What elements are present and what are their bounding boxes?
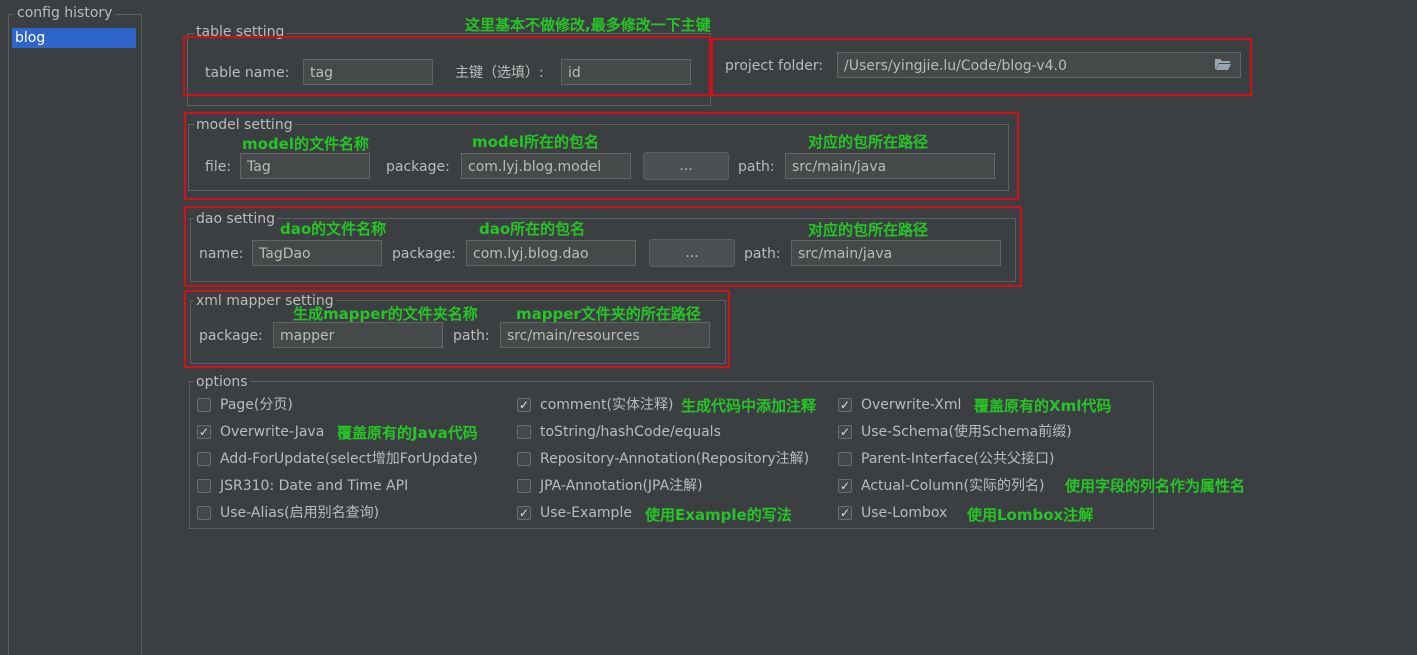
dao-name-note: dao的文件名称 <box>280 220 387 238</box>
config-history-panel <box>8 14 142 655</box>
option-label[interactable]: JPA-Annotation(JPA注解) <box>540 478 703 494</box>
dao-name-label: name: <box>199 246 244 262</box>
folder-open-icon[interactable] <box>1214 57 1232 75</box>
dao-package-field[interactable]: com.lyj.blog.dao <box>466 240 636 266</box>
dao-path-label: path: <box>744 246 781 262</box>
option-label[interactable]: Actual-Column(实际的列名) <box>861 478 1044 494</box>
model-file-field[interactable]: Tag <box>240 153 370 179</box>
xml-package-label: package: <box>199 328 263 344</box>
option-label[interactable]: Overwrite-Java <box>220 424 324 440</box>
table-note: 这里基本不做修改,最多修改一下主键 <box>465 16 711 34</box>
overwrite-java-note: 覆盖原有的Java代码 <box>337 424 478 442</box>
table-name-field[interactable]: tag <box>303 59 433 85</box>
xml-path-note: mapper文件夹的所在路径 <box>516 305 701 323</box>
option-checkbox[interactable]: ✓ <box>838 506 852 520</box>
use-example-note: 使用Example的写法 <box>645 506 792 524</box>
actual-column-note: 使用字段的列名作为属性名 <box>1065 477 1246 495</box>
model-package-field[interactable]: com.lyj.blog.model <box>461 153 631 179</box>
model-package-label: package: <box>386 159 450 175</box>
model-package-note: model所在的包名 <box>472 133 599 151</box>
option-checkbox[interactable] <box>517 452 531 466</box>
comment-note: 生成代码中添加注释 <box>681 397 817 415</box>
config-history-title: config history <box>14 5 116 21</box>
option-checkbox[interactable]: ✓ <box>838 425 852 439</box>
xml-package-field[interactable]: mapper <box>273 322 443 348</box>
option-label[interactable]: Page(分页) <box>220 397 293 413</box>
xml-path-label: path: <box>453 328 490 344</box>
option-checkbox[interactable]: ✓ <box>517 398 531 412</box>
overwrite-xml-note: 覆盖原有的Xml代码 <box>974 397 1112 415</box>
model-path-field[interactable]: src/main/java <box>785 153 995 179</box>
model-path-note: 对应的包所在路径 <box>808 133 929 151</box>
dao-package-label: package: <box>392 246 456 262</box>
xml-path-field[interactable]: src/main/resources <box>500 322 710 348</box>
option-label[interactable]: toString/hashCode/equals <box>540 424 721 440</box>
option-checkbox[interactable] <box>838 452 852 466</box>
model-path-label: path: <box>738 159 775 175</box>
model-file-label: file: <box>205 159 232 175</box>
model-package-browse-button[interactable]: ... <box>643 152 729 180</box>
project-folder-field[interactable]: /Users/yingjie.lu/Code/blog-v4.0 <box>837 52 1241 78</box>
dao-package-browse-button[interactable]: ... <box>649 239 735 267</box>
option-checkbox[interactable] <box>517 479 531 493</box>
option-label[interactable]: JSR310: Date and Time API <box>220 478 408 494</box>
option-label[interactable]: Overwrite-Xml <box>861 397 961 413</box>
primary-key-label: 主键（选填）: <box>455 65 544 81</box>
model-file-note: model的文件名称 <box>242 135 369 153</box>
option-checkbox[interactable] <box>517 425 531 439</box>
dao-package-note: dao所在的包名 <box>479 220 586 238</box>
xml-package-note: 生成mapper的文件夹名称 <box>293 305 478 323</box>
option-checkbox[interactable] <box>197 452 211 466</box>
option-label[interactable]: comment(实体注释) <box>540 397 673 413</box>
history-item-blog[interactable]: blog <box>12 28 136 48</box>
use-lombox-note: 使用Lombox注解 <box>967 506 1094 524</box>
option-label[interactable]: Add-ForUpdate(select增加ForUpdate) <box>220 451 478 467</box>
option-label[interactable]: Use-Schema(使用Schema前缀) <box>861 424 1072 440</box>
project-folder-value: /Users/yingjie.lu/Code/blog-v4.0 <box>844 58 1067 74</box>
option-checkbox[interactable] <box>197 479 211 493</box>
option-checkbox[interactable]: ✓ <box>838 398 852 412</box>
option-checkbox[interactable] <box>197 506 211 520</box>
dao-path-note: 对应的包所在路径 <box>808 221 929 239</box>
table-name-label: table name: <box>205 65 290 81</box>
dao-path-field[interactable]: src/main/java <box>791 240 1001 266</box>
options-title: options <box>194 374 250 390</box>
option-label[interactable]: Use-Example <box>540 505 632 521</box>
option-checkbox[interactable]: ✓ <box>197 425 211 439</box>
option-label[interactable]: Repository-Annotation(Repository注解) <box>540 451 809 467</box>
primary-key-field[interactable]: id <box>561 59 691 85</box>
option-checkbox[interactable] <box>197 398 211 412</box>
option-label[interactable]: Use-Lombox <box>861 505 947 521</box>
option-label[interactable]: Use-Alias(启用别名查询) <box>220 505 379 521</box>
option-checkbox[interactable]: ✓ <box>517 506 531 520</box>
option-label[interactable]: Parent-Interface(公共父接口) <box>861 451 1054 467</box>
option-checkbox[interactable]: ✓ <box>838 479 852 493</box>
dao-name-field[interactable]: TagDao <box>252 240 382 266</box>
project-folder-label: project folder: <box>725 58 824 74</box>
